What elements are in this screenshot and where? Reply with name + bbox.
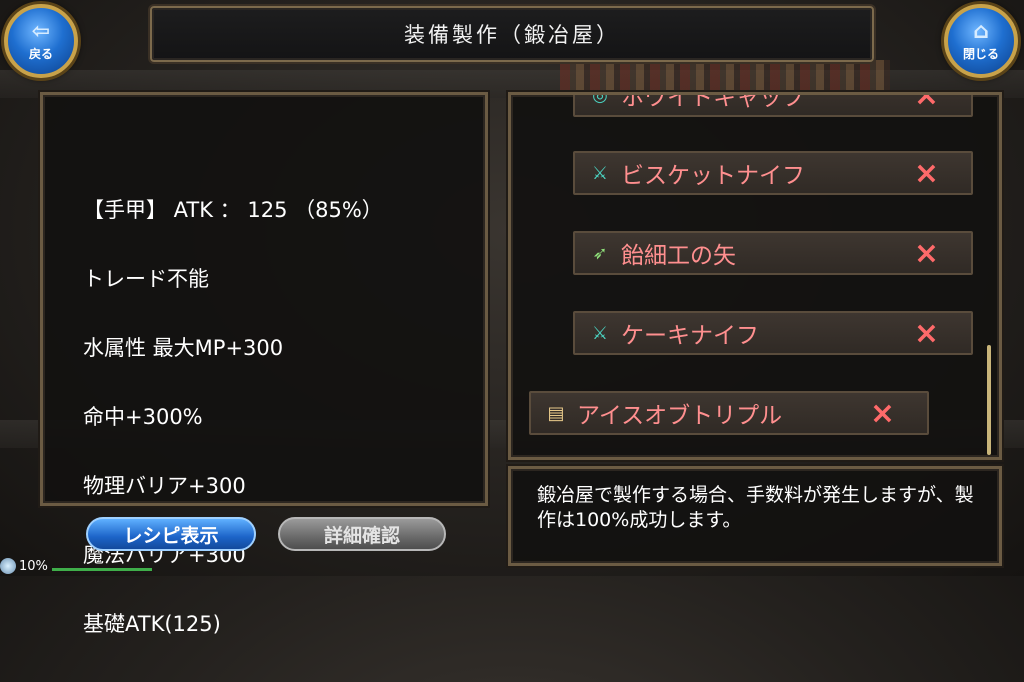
stat-line: 水属性 最大MP+300 xyxy=(83,336,284,360)
stat-line: 基礎ATK(125) xyxy=(83,612,221,636)
close-button[interactable]: ⌂ 閉じる xyxy=(944,4,1018,78)
close-label: 閉じる xyxy=(962,46,999,61)
back-arrow-icon: ⇦ xyxy=(31,18,51,44)
recipe-label: アイスオブトリプル xyxy=(577,403,783,429)
detail-check-button[interactable]: 詳細確認 xyxy=(278,517,446,551)
unavailable-icon: × xyxy=(913,155,939,191)
recipe-label: ケーキナイフ xyxy=(621,323,759,349)
scroll-icon: ▤ xyxy=(547,402,565,424)
page-title: 装備製作（鍛冶屋） xyxy=(150,6,874,62)
back-button[interactable]: ⇦ 戻る xyxy=(4,4,78,78)
message-panel: 鍛冶屋で製作する場合、手数料が発生しますが、製作は100%成功します。 xyxy=(508,466,1002,566)
recipe-view-button[interactable]: レシピ表示 xyxy=(86,517,256,551)
unavailable-icon: × xyxy=(913,315,939,351)
status-bar: 10% xyxy=(0,556,160,576)
stat-line: 命中+300% xyxy=(83,405,203,429)
scrollbar[interactable] xyxy=(987,345,991,455)
recipe-label: ホワイトキャップ xyxy=(621,92,805,111)
home-icon: ⌂ xyxy=(973,18,989,44)
item-detail-panel: 【手甲】 ATK ： 125 （85%） トレード不能 水属性 最大MP+300… xyxy=(40,92,488,636)
cap-icon: ◎ xyxy=(592,92,608,106)
recipe-item[interactable]: ⚔ ビスケットナイフ × xyxy=(573,151,973,195)
recipe-item[interactable]: ⚔ ケーキナイフ × xyxy=(573,311,973,355)
recipe-list-panel[interactable]: ◎ ホワイトキャップ × ⚔ ビスケットナイフ × ➶ 飴細工の矢 × ⚔ ケー… xyxy=(508,92,1002,460)
status-orb-icon xyxy=(0,558,16,574)
stat-line: 【手甲】 ATK ： 125 （85%） xyxy=(83,198,383,222)
status-percent: 10% xyxy=(19,558,48,574)
knife-icon: ⚔ xyxy=(591,322,609,344)
knife-icon: ⚔ xyxy=(591,162,609,184)
recipe-label: 飴細工の矢 xyxy=(621,243,736,269)
back-label: 戻る xyxy=(28,46,53,61)
recipe-item[interactable]: ➶ 飴細工の矢 × xyxy=(573,231,973,275)
stat-line: トレード不能 xyxy=(83,267,209,291)
unavailable-icon: × xyxy=(913,235,939,271)
arrow-icon: ➶ xyxy=(592,242,608,264)
recipe-item[interactable]: ◎ ホワイトキャップ × xyxy=(573,92,973,117)
item-stats: 【手甲】 ATK ： 125 （85%） トレード不能 水属性 最大MP+300… xyxy=(83,153,383,682)
progress-bar xyxy=(52,568,152,571)
recipe-label: ビスケットナイフ xyxy=(621,163,805,189)
recipe-item-selected[interactable]: ▤ アイスオブトリプル × xyxy=(529,391,929,435)
stat-line: 物理バリア+300 xyxy=(83,474,246,498)
background-books xyxy=(560,60,890,90)
unavailable-icon: × xyxy=(913,92,939,113)
unavailable-icon: × xyxy=(869,395,895,431)
message-text: 鍛冶屋で製作する場合、手数料が発生しますが、製作は100%成功します。 xyxy=(537,484,974,531)
